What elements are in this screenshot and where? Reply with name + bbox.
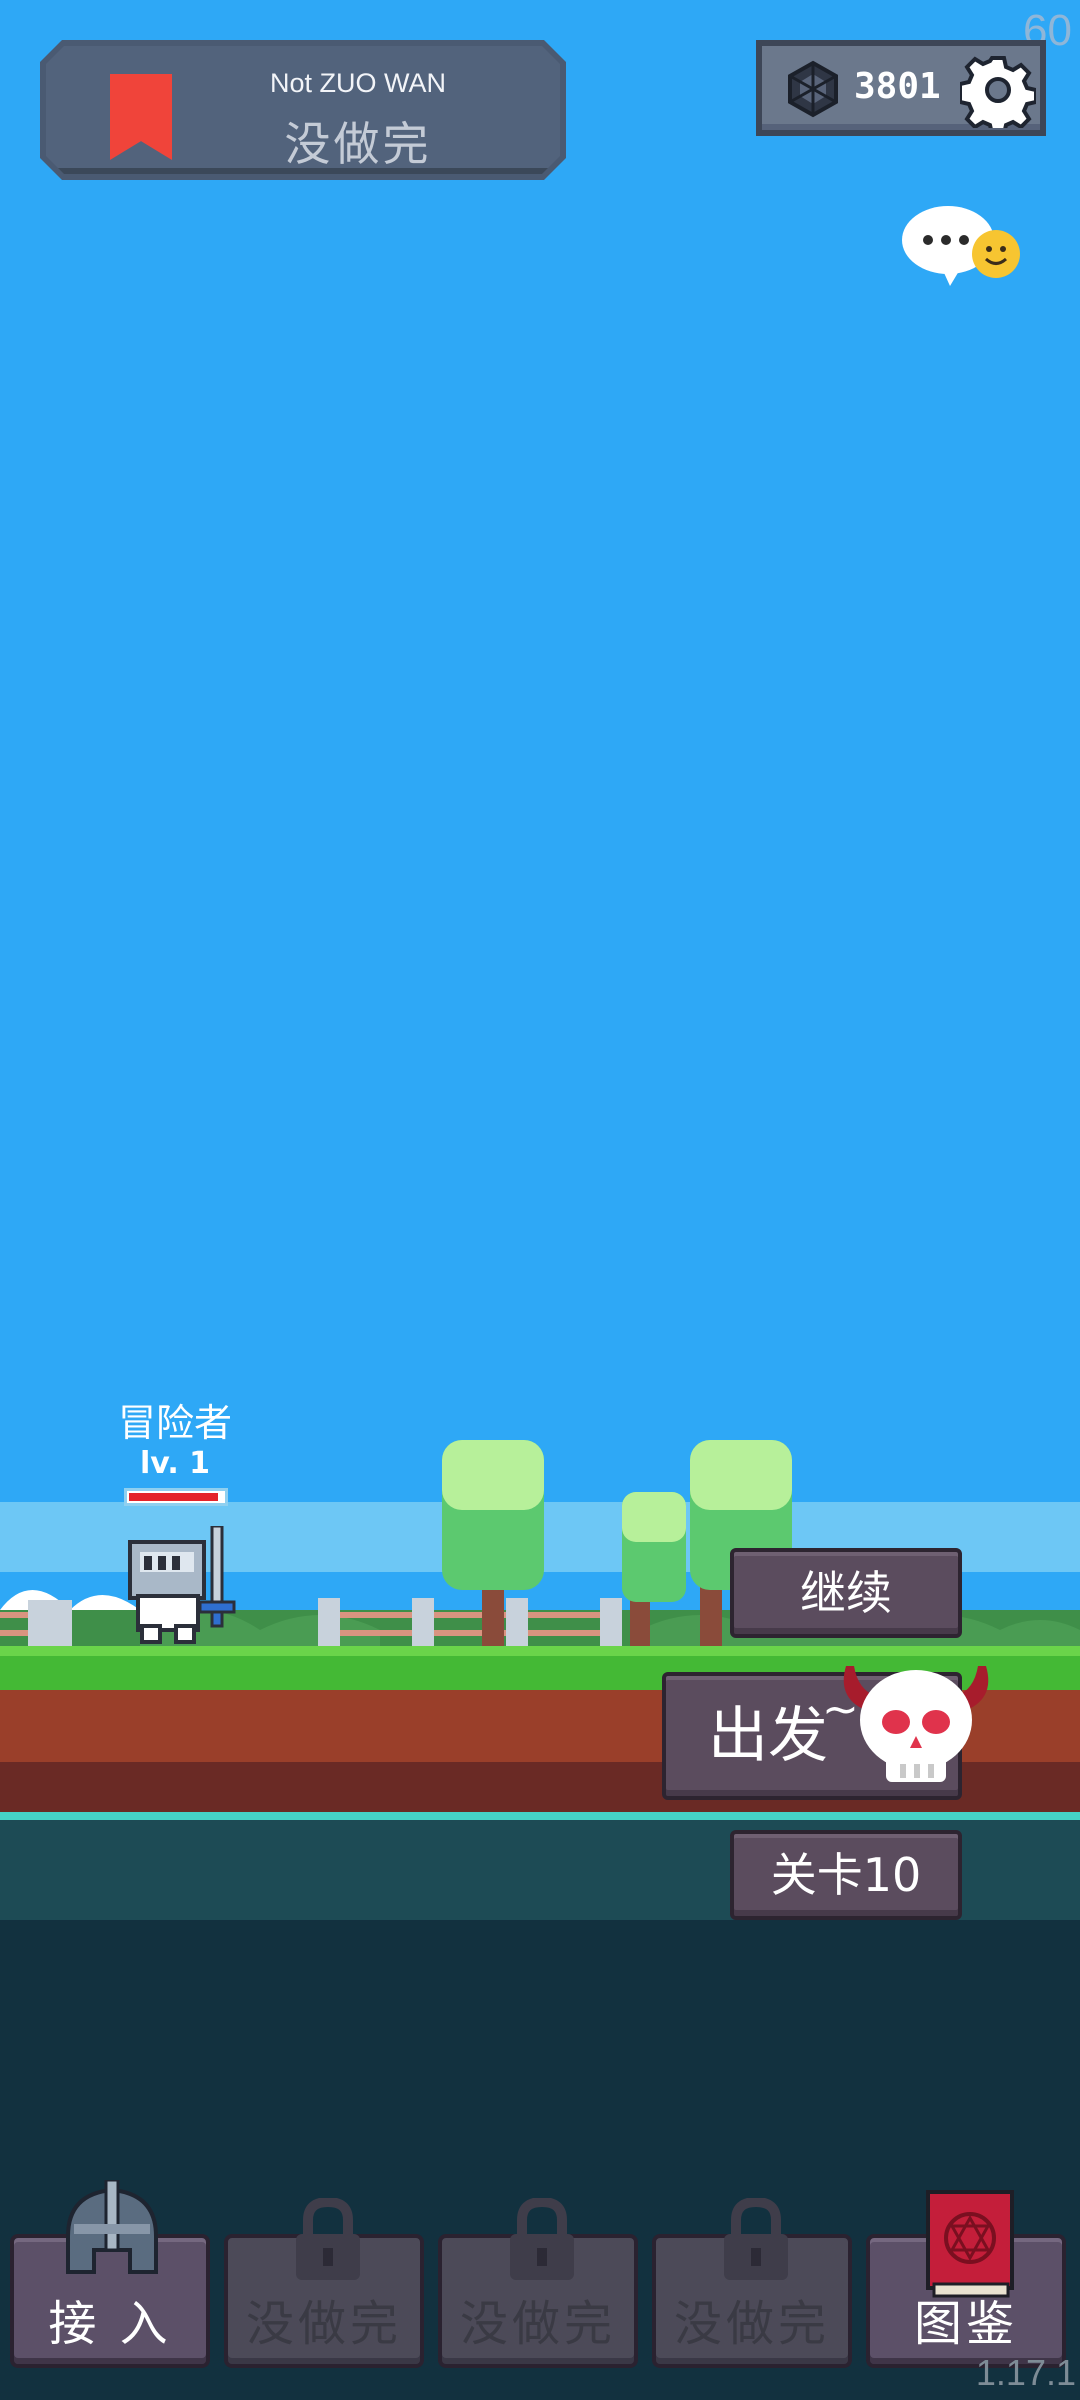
currency-value: 3801 [854,66,941,107]
tab-locked-2[interactable]: 没做完 [438,2198,638,2368]
title-panel[interactable]: Not ZUO WAN 没做完 [40,40,566,180]
tab-locked-3[interactable]: 没做完 [652,2198,852,2368]
health-bar [124,1488,228,1506]
tab-locked-1[interactable]: 没做完 [224,2198,424,2368]
lock-icon [296,2198,360,2280]
tab-codex[interactable]: 图鉴 [866,2190,1066,2368]
title-chinese: 没做完 [284,117,432,171]
character-name: 冒险者 [117,1401,232,1445]
bookmark-icon [110,74,172,160]
helmet-icon [66,2180,158,2274]
tab-locked-2-label: 没做完 [459,2296,616,2352]
health-bar-fill [129,1493,219,1501]
lock-icon [510,2198,574,2280]
title-english: Not ZUO WAN [269,68,446,98]
version-label: 1.17.1 [975,2352,1076,2393]
tab-locked-3-label: 没做完 [673,2296,830,2352]
chat-bubble-icon[interactable] [900,204,1024,294]
gear-icon[interactable] [960,52,1036,128]
currency-panel: 3801 [756,40,1046,136]
tab-join-label: 接 入 [48,2296,172,2352]
skull-icon [843,1666,989,1782]
go-button-label: 出发 [708,1701,828,1771]
grass-highlight [0,1646,1080,1656]
stage-button[interactable]: 关卡10 [730,1830,962,1920]
tab-codex-label: 图鉴 [913,2296,1018,2352]
tab-join[interactable]: 接 入 [10,2180,210,2368]
gem-icon [788,60,838,118]
knight-character[interactable] [124,1526,244,1646]
character-level: lv. 1 [139,1446,211,1481]
lock-icon [724,2198,788,2280]
tab-locked-1-label: 没做完 [245,2296,402,2352]
continue-button[interactable]: 继续 [730,1548,962,1638]
water-surface [0,1812,1080,1820]
